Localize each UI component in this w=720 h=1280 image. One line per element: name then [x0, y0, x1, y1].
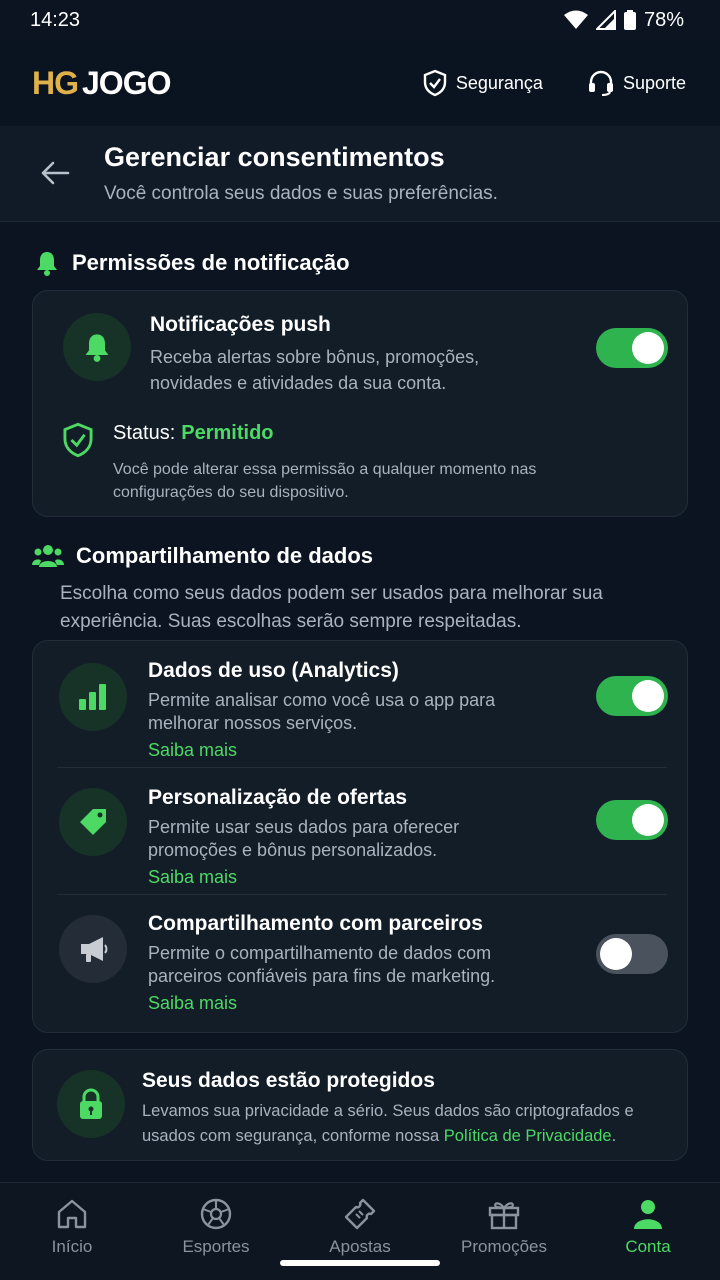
data-sharing-card: Dados de uso (Analytics) Permite analisa…: [32, 640, 688, 1033]
ticket-icon: [344, 1198, 376, 1230]
push-toggle[interactable]: [596, 328, 668, 368]
home-indicator: [280, 1260, 440, 1266]
lock-icon: [80, 1088, 102, 1119]
protection-title: Seus dados estão protegidos: [142, 1069, 435, 1092]
nav-label-promotions: Promoções: [461, 1237, 547, 1256]
data-sharing-section-title: Compartilhamento de dados: [32, 543, 373, 569]
wifi-icon: [563, 10, 588, 29]
users-icon: [32, 545, 64, 567]
analytics-learn-more-link[interactable]: Saiba mais: [148, 740, 237, 761]
push-status: Status: Permitido: [113, 422, 274, 445]
nav-label-bets: Apostas: [329, 1237, 391, 1256]
status-time: 14:23: [30, 8, 81, 31]
app-bar: HG JOGO Segurança Suporte: [0, 40, 720, 126]
nav-item-promotions[interactable]: Promoções: [432, 1183, 576, 1280]
nav-item-sports[interactable]: Esportes: [144, 1183, 288, 1280]
partners-description: Permite o compartilhamento de dados com …: [148, 943, 496, 986]
protection-description: Levamos sua privacidade a sério. Seus da…: [142, 1099, 672, 1149]
logo-jogo: JOGO: [82, 64, 171, 101]
push-title: Notificações push: [150, 313, 331, 336]
bar-chart-icon: [79, 684, 106, 710]
lock-icon-circle: [57, 1070, 125, 1138]
status-icons: 78%: [563, 8, 684, 32]
status-bar: 14:23 78%: [0, 0, 720, 40]
privacy-protection-card: Seus dados estão protegidos Levamos sua …: [32, 1049, 688, 1161]
bell-icon: [37, 252, 57, 276]
status-label: Status:: [113, 422, 176, 444]
push-notifications-card: Notificações push Receba alertas sobre b…: [32, 290, 688, 517]
gift-icon: [488, 1202, 520, 1230]
nav-label-account: Conta: [625, 1237, 671, 1256]
signal-icon: [595, 10, 616, 30]
nav-item-home[interactable]: Início: [0, 1183, 144, 1280]
push-icon-circle: [63, 313, 131, 381]
security-button[interactable]: Segurança: [422, 69, 543, 97]
analytics-toggle[interactable]: [596, 676, 668, 716]
offers-description: Permite usar seus dados para oferecer pr…: [148, 817, 460, 860]
page-title: Gerenciar consentimentos: [104, 142, 445, 172]
tag-icon: [80, 809, 106, 835]
privacy-policy-link[interactable]: Política de Privacidade: [444, 1127, 612, 1145]
back-arrow-icon[interactable]: [38, 156, 72, 190]
status-value: Permitido: [181, 422, 274, 444]
offers-title: Personalização de ofertas: [148, 786, 408, 809]
headset-icon: [588, 70, 613, 96]
analytics-title: Dados de uso (Analytics): [148, 659, 399, 682]
offers-toggle[interactable]: [596, 800, 668, 840]
analytics-icon-circle: [59, 663, 127, 731]
shield-check-icon: [63, 422, 93, 458]
status-note: Você pode alterar essa permissão a qualq…: [113, 461, 537, 501]
divider: [57, 767, 667, 768]
battery-icon: [623, 10, 636, 30]
support-label: Suporte: [622, 72, 686, 93]
offers-learn-more-link[interactable]: Saiba mais: [148, 867, 237, 888]
protection-period: .: [611, 1127, 617, 1145]
nav-item-account[interactable]: Conta: [576, 1183, 720, 1280]
support-button[interactable]: Suporte: [587, 69, 686, 97]
user-icon: [634, 1200, 662, 1229]
megaphone-icon: [81, 937, 108, 962]
page-subtitle: Você controla seus dados e suas preferên…: [104, 183, 498, 204]
data-sharing-intro: Escolha como seus dados podem ser usados…: [60, 583, 603, 632]
data-sharing-section-label: Compartilhamento de dados: [76, 543, 374, 568]
partners-learn-more-link[interactable]: Saiba mais: [148, 993, 237, 1014]
offers-icon-circle: [59, 788, 127, 856]
logo-hg: HG: [32, 64, 79, 101]
home-icon: [57, 1199, 87, 1229]
brand-logo[interactable]: HG JOGO: [32, 64, 171, 102]
notifications-section-title: Permissões de notificação: [34, 249, 350, 277]
nav-label-sports: Esportes: [182, 1237, 250, 1256]
ball-icon: [200, 1198, 232, 1230]
page-header: Gerenciar consentimentos Você controla s…: [0, 126, 720, 222]
analytics-description: Permite analisar como você usa o app par…: [148, 690, 496, 733]
push-description: Receba alertas sobre bônus, promoções, n…: [150, 347, 480, 393]
battery-percent: 78%: [643, 8, 684, 31]
partners-toggle[interactable]: [596, 934, 668, 974]
notifications-section-label: Permissões de notificação: [72, 250, 350, 275]
security-label: Segurança: [455, 72, 543, 93]
shield-check-icon: [423, 69, 447, 97]
partners-icon-circle: [59, 915, 127, 983]
partners-title: Compartilhamento com parceiros: [148, 912, 483, 935]
bell-icon: [85, 334, 109, 362]
divider: [57, 894, 667, 895]
nav-label-home: Início: [51, 1237, 93, 1256]
